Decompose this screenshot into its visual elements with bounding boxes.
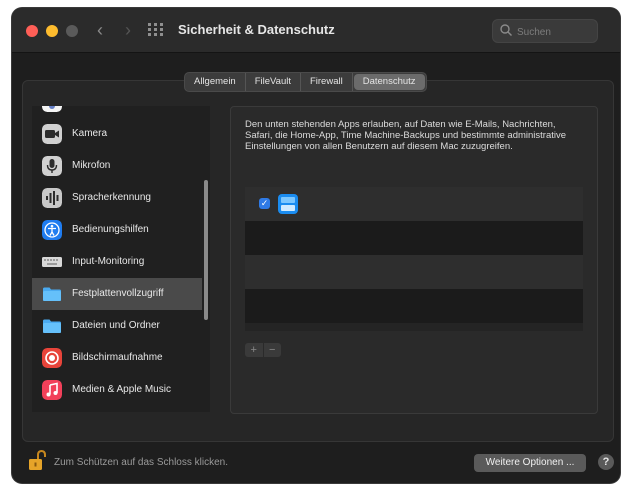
tab-firewall[interactable]: Firewall [301,73,353,91]
checkmark-icon: ✓ [260,198,269,208]
add-remove-buttons: + − [245,343,281,357]
search-icon [500,24,512,36]
window-title: Sicherheit & Datenschutz [178,22,335,37]
folder-icon [42,284,62,304]
unlocked-padlock-icon [29,449,46,470]
sidebar-item-label: Festplattenvollzugriff [72,288,164,299]
add-app-button[interactable]: + [245,343,263,357]
search-input[interactable] [515,20,597,44]
app-list[interactable]: ✓ [245,187,583,331]
chevron-left-icon: ‹ [97,20,103,40]
sidebar-item-label: Spracherkennung [72,192,151,203]
app-permission-checkbox[interactable]: ✓ [259,198,270,209]
sidebar-item-label: Fotos [72,106,97,118]
grid-icon [148,23,151,26]
table-row [245,289,583,323]
table-row [245,255,583,289]
forward-button[interactable]: › [118,20,138,40]
lock-hint-text: Zum Schützen auf das Schloss klicken. [54,457,228,468]
tab-allgemein[interactable]: Allgemein [185,73,246,91]
chevron-right-icon: › [125,20,131,40]
remove-app-button[interactable]: − [262,343,282,357]
scrollbar-thumb[interactable] [204,180,208,320]
permission-description: Den unten stehenden Apps erlauben, auf D… [245,119,567,152]
sidebar-item-label: Dateien und Ordner [72,320,160,331]
zoom-window-button[interactable] [66,25,78,37]
sidebar-item-spracherkennung[interactable]: Spracherkennung [32,182,202,214]
tab-bar: Allgemein FileVault Firewall Datenschutz [184,72,427,92]
show-all-button[interactable] [148,23,164,37]
tab-filevault[interactable]: FileVault [246,73,301,91]
back-button[interactable]: ‹ [90,20,110,40]
help-button[interactable]: ? [598,454,614,470]
sidebar-item-label: Bildschirmaufnahme [72,352,163,363]
privacy-category-list[interactable]: Fotos Kamera Mikrofon [32,106,210,412]
title-bar: ‹ › Sicherheit & Datenschutz [12,8,620,53]
tab-datenschutz[interactable]: Datenschutz [353,74,425,90]
lock-button[interactable] [28,449,46,473]
minimize-window-button[interactable] [46,25,58,37]
microphone-icon [42,156,62,176]
sidebar-item-bildschirmaufnahme[interactable]: Bildschirmaufnahme [32,342,202,374]
sidebar-item-festplattenvollzugriff[interactable]: Festplattenvollzugriff [32,278,202,310]
sidebar-item-medien-apple-music[interactable]: Medien & Apple Music [32,374,202,406]
table-row [245,221,583,255]
permission-panel: Den unten stehenden Apps erlauben, auf D… [230,106,598,414]
keyboard-icon [42,252,62,272]
sidebar-item-kamera[interactable]: Kamera [32,118,202,150]
sidebar-item-label: Kamera [72,128,108,139]
sidebar-item-label: Input-Monitoring [72,256,145,267]
category-list-scrollbar[interactable] [202,106,210,412]
sidebar-item-bedienungshilfen[interactable]: Bedienungshilfen [32,214,202,246]
sidebar-item-fotos[interactable]: Fotos [32,106,202,118]
more-options-button[interactable]: Weitere Optionen ... [474,454,586,472]
camera-icon [42,124,62,144]
search-field[interactable] [492,19,598,44]
table-row[interactable]: ✓ [245,187,583,221]
folder-icon [42,316,62,336]
close-window-button[interactable] [26,25,38,37]
sidebar-item-mikrofon[interactable]: Mikrofon [32,150,202,182]
sidebar-item-input-monitoring[interactable]: Input-Monitoring [32,246,202,278]
screen-recording-icon [42,348,62,368]
accessibility-icon [42,220,62,240]
sidebar-item-label: Medien & Apple Music [72,384,171,395]
sidebar-item-label: Mikrofon [72,160,111,171]
photos-icon [42,106,62,112]
music-icon [42,380,62,400]
sidebar-item-label: Bedienungshilfen [72,224,149,235]
system-preferences-window: ‹ › Sicherheit & Datenschutz Allgemein F… [12,8,620,483]
speech-recognition-icon [42,188,62,208]
sidebar-item-dateien-und-ordner[interactable]: Dateien und Ordner [32,310,202,342]
app-icon [277,192,299,216]
